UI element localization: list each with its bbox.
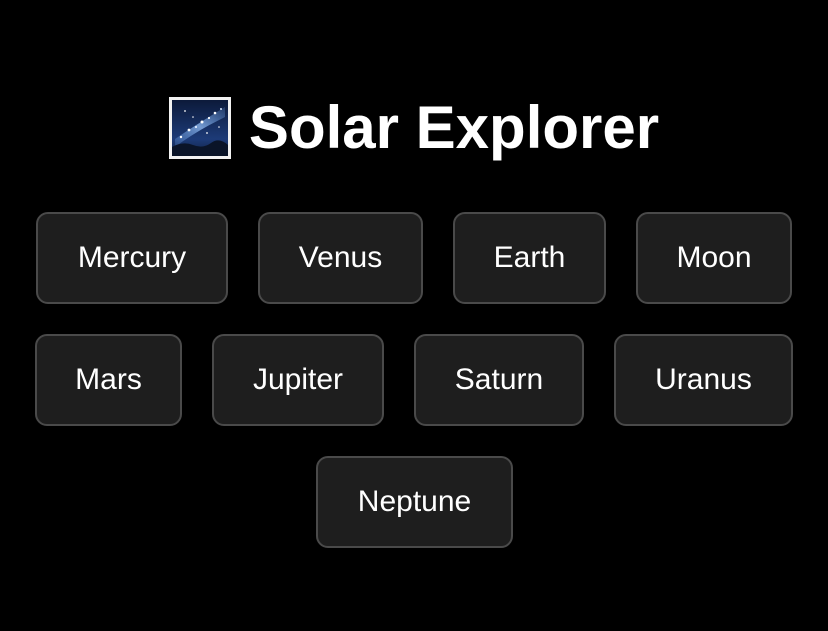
uranus-button[interactable]: Uranus	[614, 334, 793, 426]
mars-button[interactable]: Mars	[35, 334, 182, 426]
saturn-button[interactable]: Saturn	[414, 334, 584, 426]
venus-button[interactable]: Venus	[258, 212, 423, 304]
moon-button[interactable]: Moon	[636, 212, 792, 304]
header: Solar Explorer	[0, 92, 828, 164]
jupiter-button[interactable]: Jupiter	[212, 334, 384, 426]
milky-way-icon	[168, 97, 231, 159]
neptune-button[interactable]: Neptune	[316, 456, 513, 548]
mercury-button[interactable]: Mercury	[36, 212, 228, 304]
page-title: Solar Explorer	[248, 94, 660, 161]
earth-button[interactable]: Earth	[453, 212, 606, 304]
